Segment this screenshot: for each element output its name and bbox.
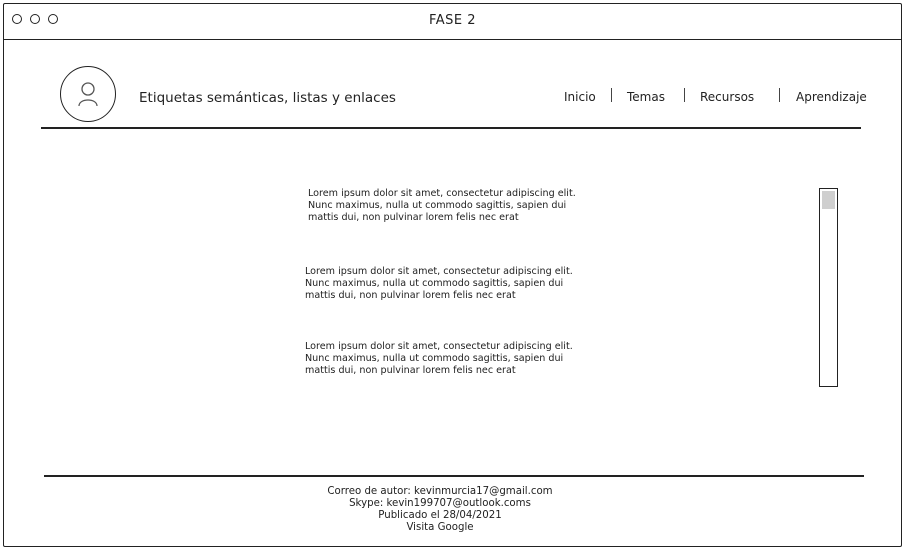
site-title: Etiquetas semánticas, listas y enlaces xyxy=(139,90,396,106)
footer-skype: Skype: kevin199707@outlook.coms xyxy=(349,498,531,509)
user-avatar-icon xyxy=(60,66,116,122)
header-divider xyxy=(41,127,861,129)
nav-link-recursos[interactable]: Recursos xyxy=(700,90,754,104)
footer-google-link[interactable]: Visita Google xyxy=(406,522,473,533)
nav-separator xyxy=(779,88,780,102)
nav-separator xyxy=(684,88,685,102)
nav-separator xyxy=(611,88,612,102)
scrollbar[interactable] xyxy=(819,188,838,387)
title-bar: FASE 2 xyxy=(4,4,901,40)
content-paragraph: Lorem ipsum dolor sit amet, consectetur … xyxy=(305,266,573,301)
footer-email: Correo de autor: kevinmurcia17@gmail.com xyxy=(327,486,553,497)
footer-divider xyxy=(44,475,864,477)
footer-published-date: Publicado el 28/04/2021 xyxy=(378,510,502,521)
content-paragraph: Lorem ipsum dolor sit amet, consectetur … xyxy=(308,188,576,223)
nav-link-aprendizaje[interactable]: Aprendizaje xyxy=(796,90,867,104)
footer: Correo de autor: kevinmurcia17@gmail.com… xyxy=(290,486,590,534)
content-paragraph: Lorem ipsum dolor sit amet, consectetur … xyxy=(305,341,573,376)
nav-link-inicio[interactable]: Inicio xyxy=(564,90,596,104)
nav-link-temas[interactable]: Temas xyxy=(627,90,665,104)
scrollbar-thumb[interactable] xyxy=(822,191,835,209)
window-title: FASE 2 xyxy=(428,13,477,28)
